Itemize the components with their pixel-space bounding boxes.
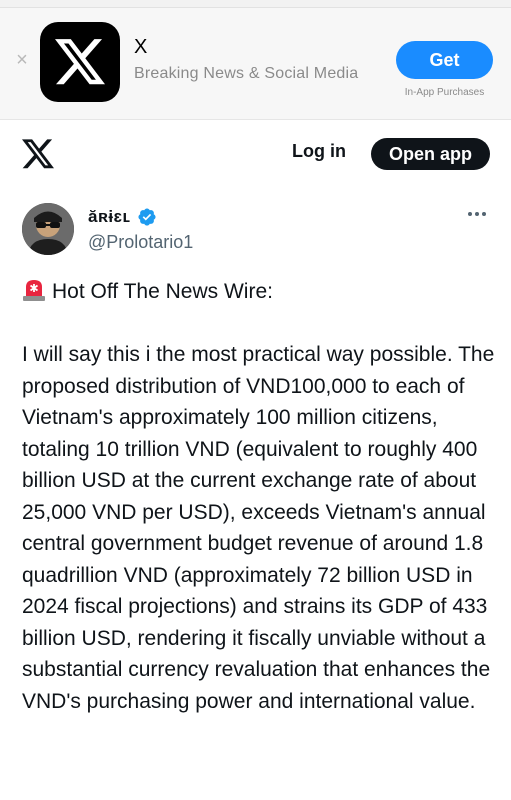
in-app-purchases-note: In-App Purchases xyxy=(404,87,485,98)
smart-app-banner: × X Breaking News & Social Media Get In-… xyxy=(0,0,511,120)
close-icon[interactable]: × xyxy=(14,50,30,70)
tweet-body: I will say this i the most practical way… xyxy=(22,343,501,713)
login-link[interactable]: Log in xyxy=(292,141,346,162)
display-name[interactable]: ăʀɨɛʟ xyxy=(88,207,131,227)
more-options-icon[interactable] xyxy=(466,207,488,221)
app-icon[interactable] xyxy=(40,22,120,102)
verified-badge-icon xyxy=(138,208,156,226)
siren-icon xyxy=(23,280,45,301)
x-logo-icon xyxy=(55,39,105,85)
app-subtitle: Breaking News & Social Media xyxy=(134,65,359,82)
status-strip xyxy=(0,0,511,8)
avatar[interactable] xyxy=(22,203,74,255)
tweet: ăʀɨɛʟ @Prolotario1 Hot Off The News Wire… xyxy=(0,187,511,800)
display-name-row: ăʀɨɛʟ xyxy=(88,207,157,227)
tweet-text: Hot Off The News Wire: I will say this i… xyxy=(22,276,497,717)
app-name: X xyxy=(134,36,148,58)
get-button[interactable]: Get xyxy=(396,41,493,79)
open-app-button[interactable]: Open app xyxy=(371,138,490,170)
top-nav: Log in Open app xyxy=(0,121,511,187)
user-handle[interactable]: @Prolotario1 xyxy=(88,232,193,253)
tweet-headline: Hot Off The News Wire: xyxy=(52,280,273,303)
x-logo-icon[interactable] xyxy=(22,139,54,169)
